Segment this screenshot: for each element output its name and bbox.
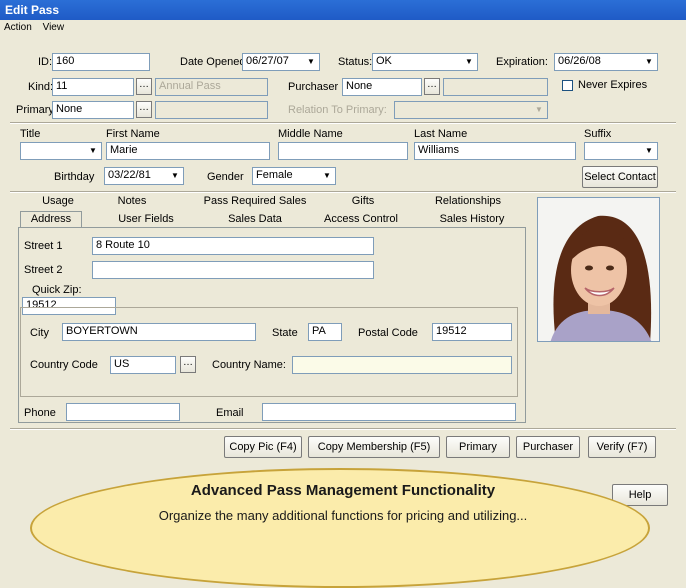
portrait-image bbox=[538, 198, 659, 341]
postal-code-label: Postal Code bbox=[358, 327, 418, 339]
birthday-value: 03/22/81 bbox=[108, 169, 151, 181]
postal-code-field[interactable]: 19512 bbox=[432, 323, 512, 341]
date-opened-value: 06/27/07 bbox=[246, 55, 289, 67]
contact-photo bbox=[537, 197, 660, 342]
kind-field[interactable]: 11 bbox=[52, 78, 134, 96]
last-name-field[interactable]: Williams bbox=[414, 142, 576, 160]
select-contact-button[interactable]: Select Contact bbox=[582, 166, 658, 188]
quick-zip-label: Quick Zip: bbox=[32, 284, 82, 296]
street2-field[interactable] bbox=[92, 261, 374, 279]
chevron-down-icon: ▼ bbox=[535, 105, 543, 114]
purchaser-label: Purchaser bbox=[288, 81, 339, 93]
birthday-label: Birthday bbox=[54, 171, 95, 183]
country-lookup-button[interactable]: … bbox=[180, 356, 196, 373]
divider bbox=[10, 428, 676, 430]
country-name-label: Country Name: bbox=[212, 359, 286, 371]
kind-lookup-button[interactable]: … bbox=[136, 78, 152, 95]
chevron-down-icon[interactable]: ▼ bbox=[85, 143, 101, 159]
expiration-value: 06/26/08 bbox=[558, 55, 601, 67]
date-opened-label: Date Opened: bbox=[180, 56, 249, 68]
chevron-down-icon[interactable]: ▼ bbox=[319, 168, 335, 184]
tab-pass-required-sales[interactable]: Pass Required Sales bbox=[198, 194, 312, 210]
tab-gifts[interactable]: Gifts bbox=[340, 194, 386, 210]
primary-name-field bbox=[155, 101, 268, 119]
gender-value: Female bbox=[256, 169, 293, 181]
id-field[interactable]: 160 bbox=[52, 53, 150, 71]
email-field[interactable] bbox=[262, 403, 516, 421]
chevron-down-icon[interactable]: ▼ bbox=[461, 54, 477, 70]
purchaser-lookup-button[interactable]: … bbox=[424, 78, 440, 95]
tab-access-control[interactable]: Access Control bbox=[316, 212, 406, 228]
divider bbox=[10, 122, 676, 124]
menu-action[interactable]: Action bbox=[4, 22, 32, 33]
id-label: ID: bbox=[38, 56, 53, 68]
tab-usage[interactable]: Usage bbox=[32, 194, 84, 210]
kind-name-field: Annual Pass bbox=[155, 78, 268, 96]
primary-lookup-button[interactable]: … bbox=[136, 101, 152, 118]
chevron-down-icon[interactable]: ▼ bbox=[167, 168, 183, 184]
state-field[interactable]: PA bbox=[308, 323, 342, 341]
primary-label: Primary bbox=[16, 104, 54, 116]
status-value: OK bbox=[376, 55, 392, 67]
menu-view[interactable]: View bbox=[43, 22, 65, 33]
never-expires-checkbox[interactable] bbox=[562, 80, 573, 91]
primary-button[interactable]: Primary bbox=[446, 436, 510, 458]
purchaser-button[interactable]: Purchaser bbox=[516, 436, 580, 458]
chevron-down-icon[interactable]: ▼ bbox=[641, 54, 657, 70]
middle-name-field[interactable] bbox=[278, 142, 408, 160]
street1-label: Street 1 bbox=[24, 240, 63, 252]
birthday-picker[interactable]: 03/22/81 ▼ bbox=[104, 167, 184, 185]
middle-name-label: Middle Name bbox=[278, 128, 343, 140]
country-name-field bbox=[292, 356, 512, 374]
chevron-down-icon[interactable]: ▼ bbox=[303, 54, 319, 70]
city-label: City bbox=[30, 327, 49, 339]
gender-select[interactable]: Female ▼ bbox=[252, 167, 336, 185]
status-label: Status: bbox=[338, 56, 373, 68]
kind-label: Kind: bbox=[28, 81, 54, 93]
chevron-down-icon[interactable]: ▼ bbox=[641, 143, 657, 159]
tab-notes[interactable]: Notes bbox=[110, 194, 154, 210]
state-label: State bbox=[272, 327, 298, 339]
first-name-field[interactable]: Marie bbox=[106, 142, 270, 160]
callout-subtitle: Organize the many additional functions f… bbox=[158, 508, 528, 523]
never-expires-label: Never Expires bbox=[578, 79, 648, 91]
expiration-picker[interactable]: 06/26/08 ▼ bbox=[554, 53, 658, 71]
street2-label: Street 2 bbox=[24, 264, 63, 276]
window-title: Edit Pass bbox=[0, 0, 686, 20]
callout-title: Advanced Pass Management Functionality bbox=[190, 482, 496, 499]
relation-label: Relation To Primary: bbox=[288, 104, 387, 116]
suffix-label: Suffix bbox=[584, 128, 612, 140]
tab-sales-history[interactable]: Sales History bbox=[430, 212, 514, 228]
verify-button[interactable]: Verify (F7) bbox=[588, 436, 656, 458]
tab-address[interactable]: Address bbox=[20, 211, 82, 227]
title-select[interactable]: ▼ bbox=[20, 142, 102, 160]
primary-field[interactable]: None bbox=[52, 101, 134, 119]
phone-field[interactable] bbox=[66, 403, 180, 421]
date-opened-picker[interactable]: 06/27/07 ▼ bbox=[242, 53, 320, 71]
first-name-label: First Name bbox=[106, 128, 160, 140]
last-name-label: Last Name bbox=[414, 128, 468, 140]
city-field[interactable]: BOYERTOWN bbox=[62, 323, 256, 341]
tab-sales-data[interactable]: Sales Data bbox=[218, 212, 292, 228]
status-select[interactable]: OK ▼ bbox=[372, 53, 478, 71]
street1-field[interactable]: 8 Route 10 bbox=[92, 237, 374, 255]
country-code-field[interactable]: US bbox=[110, 356, 176, 374]
address-groupbox bbox=[20, 307, 518, 397]
title-label: Title bbox=[20, 128, 41, 140]
tab-user-fields[interactable]: User Fields bbox=[110, 212, 182, 228]
menu-bar: Action View bbox=[0, 20, 686, 36]
suffix-select[interactable]: ▼ bbox=[584, 142, 658, 160]
copy-membership-button[interactable]: Copy Membership (F5) bbox=[308, 436, 440, 458]
gender-label: Gender bbox=[207, 171, 244, 183]
copy-pic-button[interactable]: Copy Pic (F4) bbox=[224, 436, 302, 458]
country-code-label: Country Code bbox=[30, 359, 98, 371]
email-label: Email bbox=[216, 407, 244, 419]
phone-label: Phone bbox=[24, 407, 56, 419]
purchaser-name-field bbox=[443, 78, 548, 96]
divider bbox=[10, 191, 676, 193]
tab-relationships[interactable]: Relationships bbox=[428, 194, 508, 210]
purchaser-field[interactable]: None bbox=[342, 78, 422, 96]
relation-select: ▼ bbox=[394, 101, 548, 119]
expiration-label: Expiration: bbox=[496, 56, 548, 68]
